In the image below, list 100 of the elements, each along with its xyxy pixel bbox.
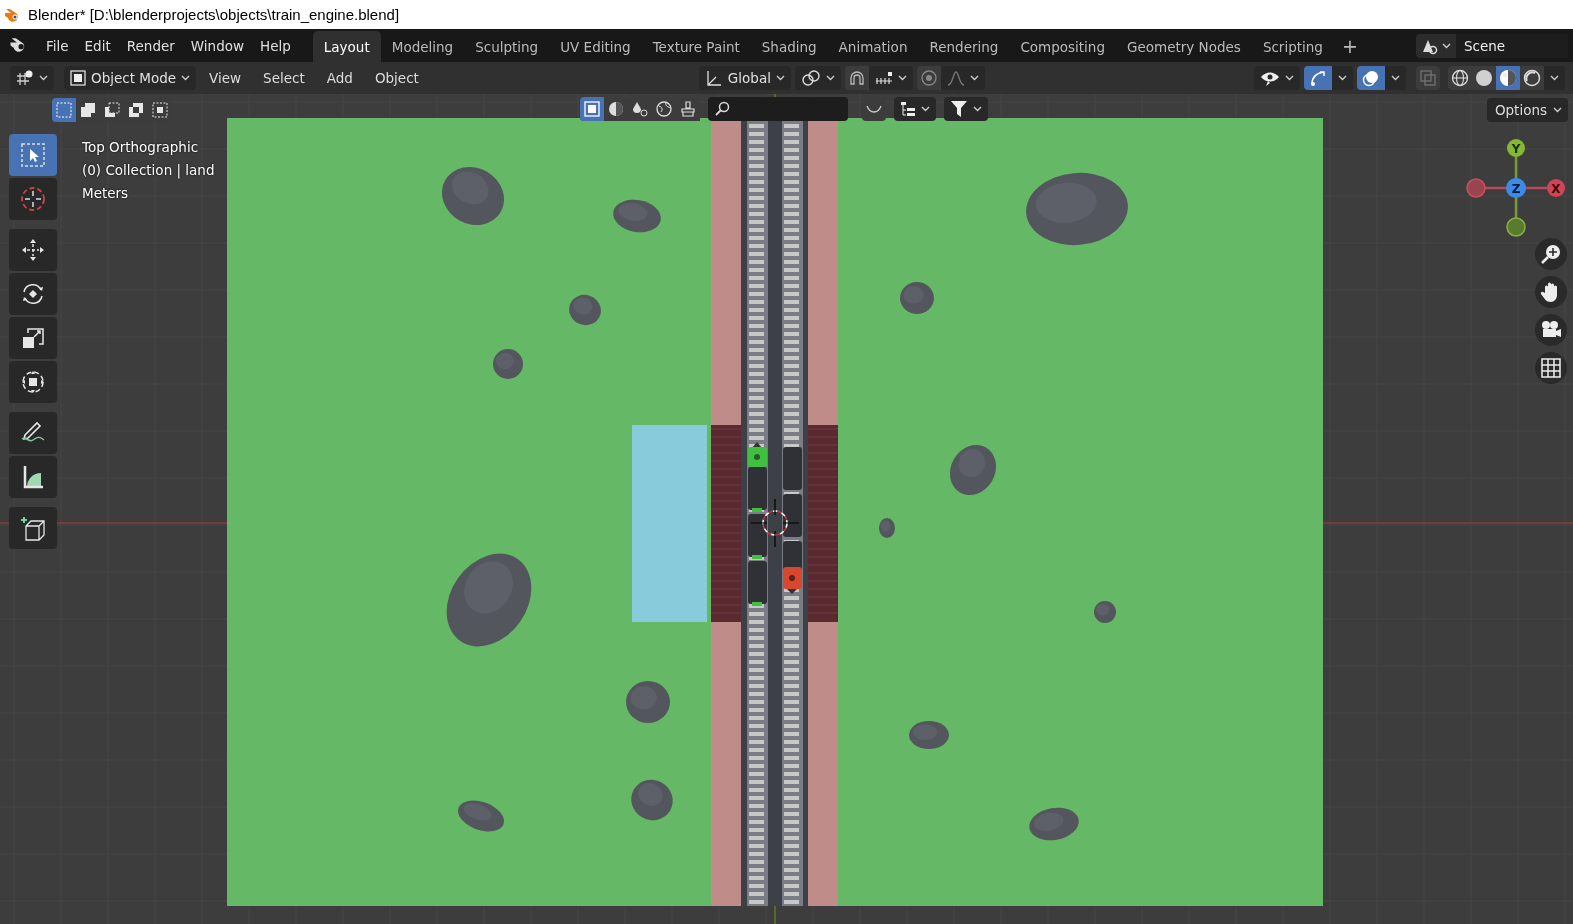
rock: [1094, 601, 1116, 623]
pivot-dropdown[interactable]: [794, 66, 841, 90]
globe-icon: [656, 101, 672, 117]
tool-button[interactable]: [9, 273, 57, 315]
caret-icon: [921, 106, 930, 112]
increment-icon: [874, 71, 893, 85]
object-filter-button[interactable]: [580, 97, 604, 121]
editor-type-button[interactable]: [10, 66, 54, 90]
material-filter-button[interactable]: [604, 97, 628, 121]
tool-button[interactable]: [9, 361, 57, 403]
tool-button[interactable]: [9, 317, 57, 359]
rock: [909, 721, 949, 749]
workspace-tab[interactable]: Layout: [312, 31, 381, 62]
caret-icon: [825, 75, 835, 81]
menu-item[interactable]: Object: [365, 66, 428, 90]
tool-button[interactable]: [9, 229, 57, 271]
filter-dropdown[interactable]: [944, 97, 988, 121]
menu-item[interactable]: Select: [254, 66, 314, 90]
xray-toggle[interactable]: [1416, 66, 1440, 90]
options-dropdown[interactable]: Options: [1486, 98, 1568, 122]
add-workspace-button[interactable]: +: [1333, 34, 1366, 57]
shading-mode-button[interactable]: [1472, 66, 1496, 90]
visibility-dropdown[interactable]: [1254, 66, 1300, 90]
rock: [458, 800, 504, 832]
workspace-tab[interactable]: Modeling: [380, 31, 465, 62]
menu-item[interactable]: Add: [317, 66, 362, 90]
overlapping-circles-icon: [1362, 69, 1380, 87]
rock: [569, 294, 601, 326]
x-axis-label: X: [1551, 181, 1561, 196]
viewport-info-text: Meters: [82, 184, 130, 203]
scene-name-field[interactable]: Scene: [1456, 33, 1568, 58]
rendered-sphere-icon: [1523, 69, 1541, 87]
gizmo-toggle[interactable]: [1304, 66, 1332, 90]
menu-item[interactable]: Edit: [76, 32, 119, 59]
workspace-tab[interactable]: UV Editing: [549, 31, 642, 62]
tool-button[interactable]: [9, 412, 57, 454]
drops-icon: [632, 101, 648, 117]
brush-icon: [680, 101, 696, 117]
target-circle-icon: [919, 69, 938, 87]
overlays-toggle[interactable]: [1357, 66, 1385, 90]
caret-icon: [1391, 75, 1400, 81]
tool-button[interactable]: [9, 456, 57, 498]
camera-view-button[interactable]: [1535, 314, 1567, 346]
select-box-icon: [19, 141, 47, 169]
orientation-dropdown[interactable]: Global: [698, 66, 791, 90]
wireframe-sphere-icon: [1451, 69, 1469, 87]
display-mode-dropdown[interactable]: [894, 97, 936, 121]
menu-item[interactable]: Window: [182, 32, 253, 59]
axes-grid-icon: [16, 70, 34, 86]
ortho-toggle-button[interactable]: [1535, 352, 1567, 384]
workspace-tab[interactable]: Shading: [750, 31, 828, 62]
shading-mode-button[interactable]: [1448, 66, 1472, 90]
cursor-icon: [19, 185, 47, 213]
overlapping-squares-icon: [1419, 69, 1437, 87]
workspace-tab[interactable]: Rendering: [918, 31, 1010, 62]
y-axis-label: Y: [1511, 141, 1521, 156]
grid-icon: [1541, 358, 1561, 378]
menu-item[interactable]: View: [200, 66, 251, 90]
zoom-in-icon: [1540, 243, 1562, 265]
rock: [1029, 807, 1079, 841]
snap-toggle[interactable]: [844, 66, 869, 90]
eye-icon: [1260, 70, 1280, 86]
scene-browse-button[interactable]: [1416, 33, 1456, 58]
object-mode-icon: [70, 70, 86, 86]
pan-button[interactable]: [1535, 276, 1567, 308]
menu-item[interactable]: Help: [252, 32, 299, 59]
link-icon: [800, 69, 821, 87]
search-icon: [714, 101, 730, 117]
tool-button[interactable]: [9, 507, 57, 549]
workspace-tab[interactable]: Animation: [827, 31, 919, 62]
proportional-edit-toggle[interactable]: [916, 66, 941, 90]
window-title: Blender* [D:\blenderprojects\objects\train_engine.blend]: [28, 6, 400, 23]
rock: [493, 349, 523, 379]
3d-cursor-icon: [750, 498, 800, 548]
search-field[interactable]: [708, 97, 848, 121]
caret-icon: [775, 75, 785, 81]
select-subtract-icon: [104, 102, 120, 118]
mode-dropdown[interactable]: Object Mode: [64, 66, 197, 90]
caret-icon: [1338, 75, 1347, 81]
half-sphere-icon: [608, 101, 624, 117]
menu-item[interactable]: File: [38, 32, 77, 59]
select-intersect-icon: [152, 102, 168, 118]
zoom-button[interactable]: [1535, 238, 1567, 270]
select-invert-icon: [128, 102, 144, 118]
caret-icon: [1553, 107, 1562, 113]
outliner-list-icon: [900, 101, 916, 117]
workspace-tab[interactable]: Scripting: [1251, 31, 1334, 62]
workspace-tab[interactable]: Sculpting: [464, 31, 550, 62]
workspace-tab[interactable]: Geometry Nodes: [1116, 31, 1252, 62]
menu-item[interactable]: Render: [118, 32, 183, 59]
workspace-tab[interactable]: Texture Paint: [641, 31, 751, 62]
rock: [879, 518, 895, 538]
shading-mode-button[interactable]: [1496, 66, 1520, 90]
caret-icon: [897, 75, 907, 81]
caret-icon: [1442, 42, 1451, 49]
gizmo-arrow-icon: [1309, 69, 1327, 87]
workspace-tab[interactable]: Compositing: [1009, 31, 1116, 62]
navigation-gizmo[interactable]: Y Z X: [1466, 139, 1565, 237]
shading-mode-button[interactable]: [1520, 66, 1544, 90]
rock: [442, 167, 504, 225]
